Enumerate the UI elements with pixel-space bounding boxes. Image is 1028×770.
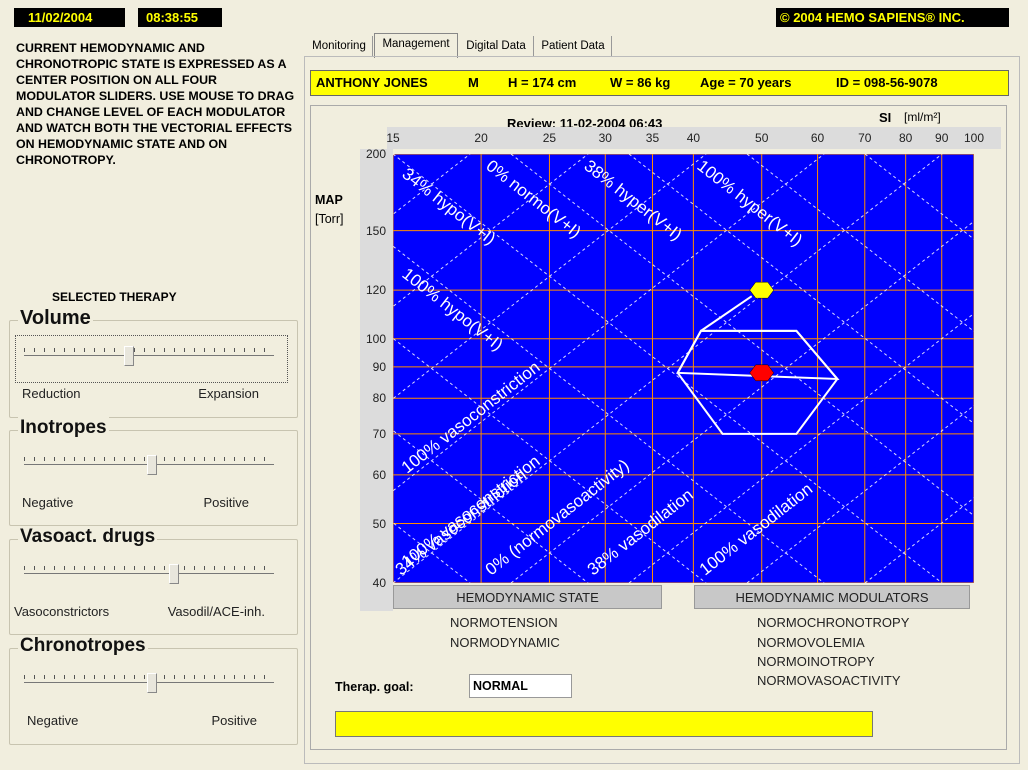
si-axis-label: SI [879, 110, 892, 125]
modulator-line-2: NORMOVOLEMIA [757, 635, 865, 650]
y-tick-label: 50 [372, 516, 386, 531]
therapy-goal-label: Therap. goal: [335, 680, 414, 694]
hemodynamic-modulators-button[interactable]: HEMODYNAMIC MODULATORS [694, 585, 970, 609]
iso-label-34-hypo: 34% hypo(V+I) [399, 164, 500, 249]
patient-height: H = 174 cm [508, 75, 577, 90]
map-axis-label: MAP [315, 193, 343, 207]
time-display: 08:38:55 [138, 8, 222, 27]
x-tick-label: 35 [645, 131, 660, 145]
x-tick-label: 25 [542, 131, 557, 145]
volume-right-label: Expansion [198, 386, 259, 401]
y-tick-label: 70 [372, 426, 386, 441]
x-tick-label: 100 [963, 131, 985, 145]
tab-digital-data[interactable]: Digital Data [459, 36, 534, 56]
volume-left-label: Reduction [22, 386, 81, 401]
chronotropes-title: Chronotropes [18, 635, 148, 657]
y-tick-label: 80 [372, 391, 386, 406]
x-tick-label: 70 [858, 131, 872, 145]
x-tick-label: 40 [686, 131, 701, 145]
iso-label-38-vasodilation: 38% vasodilation [584, 485, 697, 579]
chronotropes-slider-thumb[interactable] [146, 673, 157, 693]
message-bar [335, 711, 873, 737]
y-tick-label: 150 [365, 223, 386, 238]
y-tick-label: 200 [365, 147, 386, 161]
inotropes-slider-group: Inotropes Negative Positive [9, 417, 298, 526]
iso-line [864, 154, 974, 240]
tab-management[interactable]: Management [374, 33, 458, 58]
modulator-line-3: NORMOINOTROPY [757, 654, 875, 669]
tab-patient-data[interactable]: Patient Data [535, 36, 612, 56]
volume-track [24, 355, 274, 356]
map-axis-unit: [Torr] [315, 212, 344, 226]
inotropes-right-label: Positive [203, 495, 249, 510]
x-tick-label: 80 [898, 131, 913, 145]
iso-label-100-vasodilation: 100% vasodilation [696, 479, 816, 579]
x-tick-label: 90 [935, 131, 949, 145]
vasoactive-track [24, 573, 274, 574]
instructions-text: CURRENT HEMODYNAMIC AND CHRONOTROPIC STA… [16, 41, 295, 167]
y-tick-label: 90 [372, 359, 386, 374]
copyright: © 2004 HEMO SAPIENS® INC. [776, 8, 1009, 27]
modulator-line-4: NORMOVASOACTIVITY [757, 673, 901, 688]
hemodynamic-plot[interactable]: 34% hypo(V+I) 0% normo(V+I) 38% hyper(V+… [393, 154, 974, 583]
volume-ticks [24, 348, 274, 352]
iso-label-100-hyper: 100% hyper(V+I) [694, 156, 807, 250]
iso-label-100-hypo: 100% hypo(V+I) [399, 264, 507, 354]
vasoactive-slider-group: Vasoact. drugs Vasoconstrictors Vasodil/… [9, 526, 298, 635]
y-tick-label: 120 [365, 283, 386, 298]
therapy-goal-field[interactable]: NORMAL [469, 674, 572, 698]
vasoactive-right-label: Vasodil/ACE-inh. [167, 604, 265, 619]
inotropes-title: Inotropes [18, 417, 109, 439]
x-tick-label: 60 [810, 131, 825, 145]
vasoactive-title: Vasoact. drugs [18, 526, 158, 548]
patient-id: ID = 098-56-9078 [836, 75, 938, 90]
iso-line [510, 220, 974, 583]
x-tick-label: 50 [755, 131, 769, 145]
volume-slider-group: Volume Reduction Expansion [9, 307, 298, 418]
patient-weight: W = 86 kg [610, 75, 671, 90]
x-tick-label: 15 [386, 131, 400, 145]
modulator-line-1: NORMOCHRONOTROPY [757, 615, 910, 630]
chronotropes-slider-group: Chronotropes Negative Positive [9, 635, 298, 745]
target-point-marker [749, 281, 775, 299]
x-tick-label: 30 [598, 131, 612, 145]
hemodynamic-state-button[interactable]: HEMODYNAMIC STATE [393, 585, 662, 609]
patient-sex: M [468, 75, 479, 90]
chronotropes-right-label: Positive [211, 713, 257, 728]
vasoactive-left-label: Vasoconstrictors [14, 604, 110, 619]
inotropes-slider-thumb[interactable] [146, 455, 157, 475]
patient-name: ANTHONY JONES [316, 75, 428, 90]
x-tick-label: 20 [474, 131, 488, 145]
iso-line [510, 154, 974, 517]
y-tick-label: 60 [372, 467, 386, 482]
vasoactive-slider-thumb[interactable] [169, 564, 179, 584]
date-display: 11/02/2004 [14, 8, 125, 27]
y-tick-label: 40 [372, 576, 386, 590]
selected-therapy-title: SELECTED THERAPY [52, 290, 177, 304]
patient-info-bar: ANTHONY JONES M H = 174 cm W = 86 kg Age… [310, 70, 1009, 96]
volume-slider-thumb[interactable] [124, 346, 134, 366]
state-line-2: NORMODYNAMIC [450, 635, 560, 650]
plot-canvas: 34% hypo(V+I) 0% normo(V+I) 38% hyper(V+… [393, 154, 974, 583]
vasoactive-ticks [24, 566, 274, 570]
iso-line-labels: 34% hypo(V+I) 0% normo(V+I) 38% hyper(V+… [393, 156, 816, 579]
si-axis-unit: [ml/m²] [904, 110, 941, 124]
y-tick-label: 100 [365, 331, 386, 346]
chronotropes-left-label: Negative [27, 713, 79, 728]
inotropes-left-label: Negative [22, 495, 74, 510]
state-line-1: NORMOTENSION [450, 615, 558, 630]
volume-title: Volume [18, 307, 93, 329]
volume-focus-frame [15, 335, 288, 383]
target-connector-line [700, 295, 753, 332]
tab-monitoring[interactable]: Monitoring [306, 36, 373, 56]
patient-age: Age = 70 years [700, 75, 792, 90]
y-axis-band [360, 149, 393, 611]
iso-line [864, 497, 974, 583]
